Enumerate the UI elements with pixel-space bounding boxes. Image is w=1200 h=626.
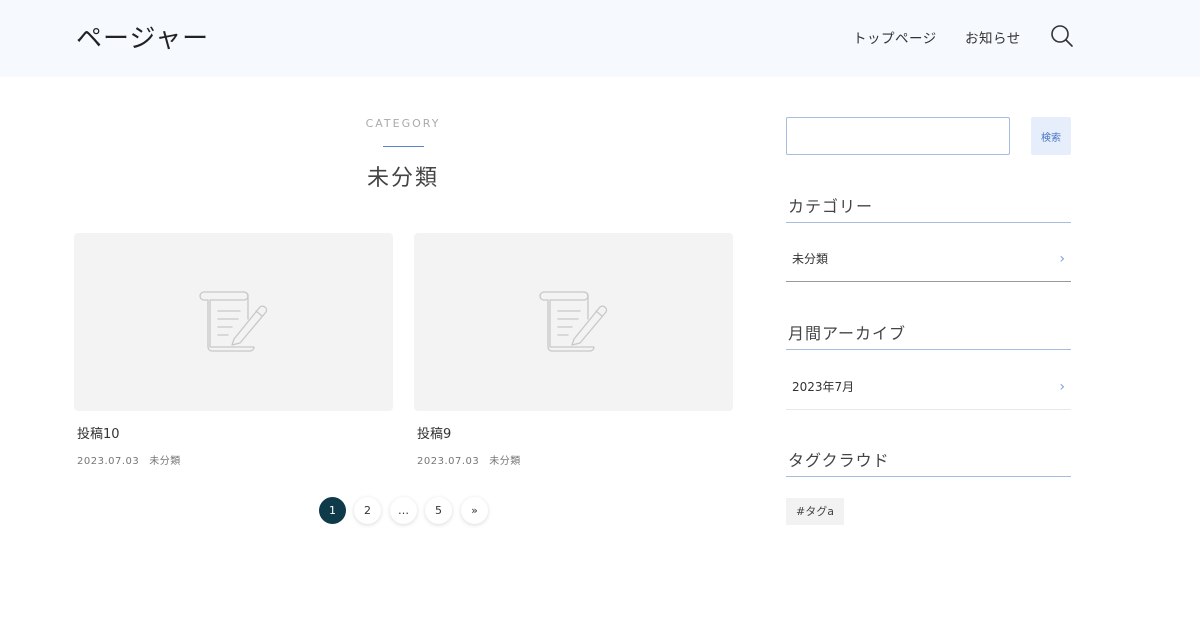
- search-submit-button[interactable]: 検索: [1031, 117, 1071, 155]
- post-date: 2023.07.03: [417, 456, 480, 467]
- post-meta: 2023.07.03 未分類: [77, 452, 181, 467]
- site-header: ページャー トップページ お知らせ: [0, 0, 1200, 77]
- next-page-button[interactable]: »: [461, 497, 488, 524]
- page-2-button[interactable]: 2: [354, 497, 381, 524]
- nav-news[interactable]: お知らせ: [965, 27, 1021, 47]
- search-input[interactable]: [786, 117, 1010, 155]
- document-pen-icon: [199, 291, 268, 352]
- post-title[interactable]: 投稿9: [417, 423, 451, 442]
- category-item[interactable]: 未分類 ›: [786, 237, 1071, 282]
- page-title: 未分類: [366, 166, 439, 191]
- chevron-right-icon: ›: [1059, 379, 1065, 395]
- page-5-button[interactable]: 5: [425, 497, 452, 524]
- post-category: 未分類: [489, 456, 521, 467]
- post-title[interactable]: 投稿10: [77, 423, 120, 442]
- page-1-button[interactable]: 1: [319, 497, 346, 524]
- archive-label: CATEGORY: [365, 117, 441, 130]
- widget-title-archives: 月間アーカイブ: [786, 320, 1071, 350]
- nav-top-page[interactable]: トップページ: [853, 27, 937, 47]
- archive-divider: [383, 146, 424, 147]
- document-pen-icon: [539, 291, 608, 352]
- post-card[interactable]: 投稿10 2023.07.03 未分類: [74, 233, 393, 467]
- widget-title-tags: タグクラウド: [786, 447, 1071, 477]
- archive-item[interactable]: 2023年7月 ›: [786, 365, 1071, 410]
- chevron-right-icon: ›: [1059, 251, 1065, 267]
- post-thumbnail[interactable]: [74, 233, 393, 411]
- site-title[interactable]: ページャー: [76, 18, 209, 55]
- archive-item-label: 2023年7月: [792, 380, 855, 394]
- post-date: 2023.07.03: [77, 456, 140, 467]
- post-card[interactable]: 投稿9 2023.07.03 未分類: [414, 233, 733, 467]
- category-item-label: 未分類: [792, 252, 829, 266]
- post-category: 未分類: [149, 456, 181, 467]
- widget-title-categories: カテゴリー: [786, 193, 1071, 223]
- search-icon[interactable]: [1049, 23, 1075, 49]
- page-ellipsis: …: [390, 497, 417, 524]
- tag-item[interactable]: #タグa: [786, 498, 844, 525]
- post-thumbnail[interactable]: [414, 233, 733, 411]
- post-meta: 2023.07.03 未分類: [417, 452, 521, 467]
